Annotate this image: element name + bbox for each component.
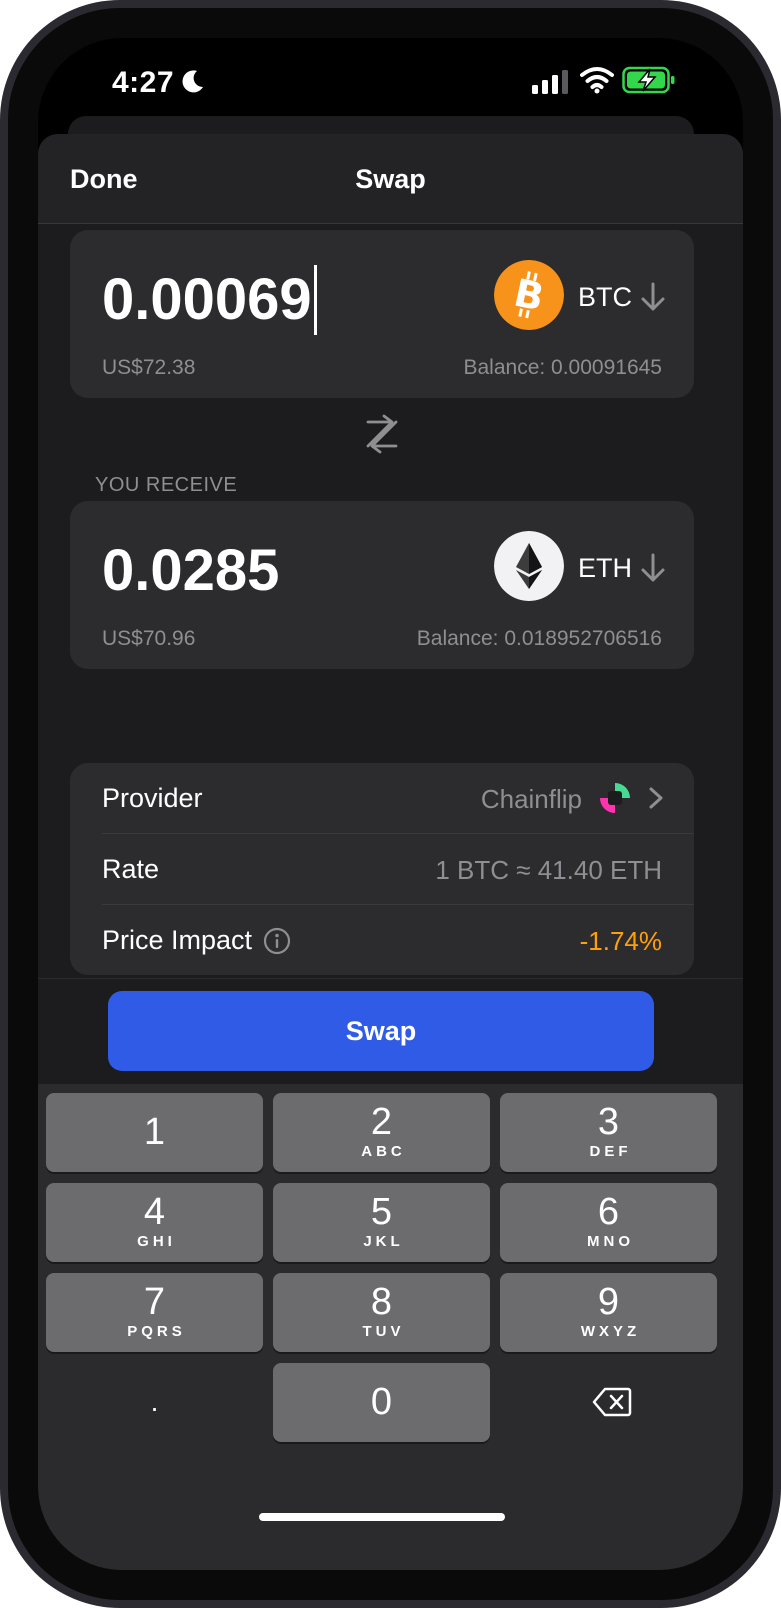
receive-usd-value: US$70.96 bbox=[102, 627, 196, 650]
key-2[interactable]: 2 ABC bbox=[273, 1093, 490, 1172]
pay-amount-input[interactable]: 0.00069 bbox=[102, 264, 317, 335]
provider-value: Chainflip bbox=[480, 784, 582, 814]
key-3[interactable]: 3 DEF bbox=[500, 1093, 717, 1172]
receive-card: 0.0285 ETH US$70.96 Balance: 0.018952706… bbox=[70, 501, 694, 669]
key-7[interactable]: 7 PQRS bbox=[46, 1273, 263, 1352]
pay-usd-value: US$72.38 bbox=[102, 356, 196, 379]
rate-row: Rate 1 BTC ≈ 41.40 ETH bbox=[102, 834, 694, 905]
numeric-keypad: 1 2 ABC 3 DEF 4 GHI 5 JKL 6 MNO 7 PQRS 8 TUV 9W… bbox=[38, 1084, 743, 1570]
swap-details-card: Provider Chainflip Rate 1 BTC ≈ 41.40 ET… bbox=[70, 763, 694, 975]
swap-button[interactable]: Swap bbox=[108, 991, 654, 1071]
provider-label: Provider bbox=[102, 783, 203, 813]
key-0[interactable]: 0 bbox=[273, 1363, 490, 1442]
key-1[interactable]: 1 bbox=[46, 1093, 263, 1172]
key-9[interactable]: 9 WXYZ bbox=[500, 1273, 717, 1352]
pay-token-symbol[interactable]: BTC bbox=[578, 282, 632, 313]
key-decimal[interactable]: . bbox=[46, 1363, 263, 1442]
arrow-down-icon[interactable] bbox=[640, 282, 666, 312]
backspace-icon bbox=[592, 1387, 632, 1417]
cellular-signal-icon bbox=[532, 70, 568, 94]
rate-value: 1 BTC ≈ 41.40 ETH bbox=[435, 855, 662, 885]
price-impact-row: Price Impact -1.74% bbox=[102, 905, 694, 976]
key-6[interactable]: 6 MNO bbox=[500, 1183, 717, 1262]
receive-balance: Balance: 0.018952706516 bbox=[416, 627, 662, 650]
eth-logo-icon[interactable] bbox=[494, 531, 564, 601]
receive-section-label: YOU RECEIVE bbox=[95, 474, 238, 496]
info-icon[interactable] bbox=[263, 927, 291, 955]
key-delete[interactable] bbox=[500, 1363, 717, 1442]
nav-bar: Done Swap bbox=[38, 134, 743, 224]
key-8[interactable]: 8 TUV bbox=[273, 1273, 490, 1352]
swap-button-area: Swap bbox=[38, 978, 743, 1084]
price-impact-label: Price Impact bbox=[102, 925, 253, 955]
price-impact-value: -1.74% bbox=[579, 926, 662, 956]
page-title: Swap bbox=[355, 164, 426, 194]
provider-row[interactable]: Provider Chainflip bbox=[102, 763, 694, 834]
text-caret bbox=[313, 264, 317, 335]
pay-card: 0.00069 B BTC US$72.38 Balance: 0.000916… bbox=[70, 230, 694, 398]
receive-token-symbol[interactable]: ETH bbox=[578, 553, 632, 584]
status-time: 4:27 bbox=[112, 66, 175, 99]
swap-sheet: Done Swap 0.00069 B BTC US$72.38 Balance… bbox=[38, 134, 743, 1570]
battery-charging-icon bbox=[622, 66, 675, 94]
home-indicator bbox=[259, 1513, 505, 1521]
receive-amount: 0.0285 bbox=[102, 538, 280, 603]
btc-logo-icon[interactable]: B bbox=[494, 260, 564, 330]
wifi-icon bbox=[580, 67, 614, 94]
swap-direction-icon[interactable] bbox=[362, 414, 402, 454]
key-5[interactable]: 5 JKL bbox=[273, 1183, 490, 1262]
chevron-right-icon[interactable] bbox=[648, 787, 664, 809]
arrow-down-icon[interactable] bbox=[640, 553, 666, 583]
pay-balance: Balance: 0.00091645 bbox=[463, 356, 662, 379]
moon-icon bbox=[182, 70, 203, 93]
rate-label: Rate bbox=[102, 854, 160, 884]
chainflip-logo-icon bbox=[600, 783, 630, 813]
screen: 4:27 Done Swap 0.00069 B BTC US$72.38 Ba… bbox=[38, 38, 743, 1570]
key-4[interactable]: 4 GHI bbox=[46, 1183, 263, 1262]
